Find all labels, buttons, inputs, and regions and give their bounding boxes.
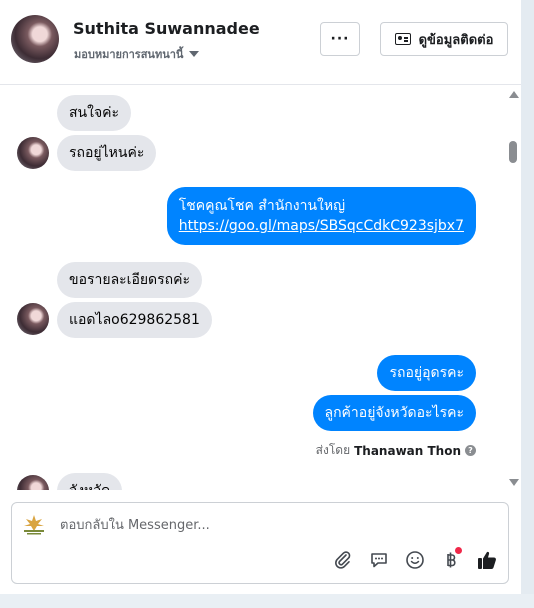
scroll-thumb[interactable] [509, 141, 517, 163]
assign-conversation-dropdown[interactable]: มอบหมายการสนทนานี้ [74, 45, 200, 63]
message-list: สนใจค่ะ รถอยู่ไหนค่ะ โชคคูณโชค สำนักงานใ… [0, 85, 506, 490]
view-contact-info-label: ดูข้อมูลติดต่อ [418, 32, 494, 48]
map-link[interactable]: https://goo.gl/maps/SBSqcCdkC923sjbx7 [179, 216, 464, 236]
contact-avatar[interactable] [11, 15, 59, 63]
scroll-up-arrow-icon[interactable] [509, 91, 519, 98]
conversation-panel: Suthita Suwannadee มอบหมายการสนทนานี้ ··… [0, 0, 522, 594]
view-contact-info-button[interactable]: ดูข้อมูลติดต่อ [380, 22, 508, 56]
reply-composer [11, 502, 509, 584]
message-bubble-outgoing: รถอยู่อุดรคะ [377, 355, 476, 391]
message-bubble-incoming: แอดไลo629862581 [57, 302, 212, 338]
message-text: โชคคูณโชค สำนักงานใหญ่ [178, 198, 346, 214]
thumbs-up-icon[interactable] [476, 549, 498, 571]
paperclip-icon[interactable] [332, 549, 354, 571]
reply-input[interactable] [60, 515, 320, 535]
contact-avatar-small [17, 303, 49, 335]
page-background-bottom [0, 594, 534, 608]
message-bubble-outgoing: ลูกค้าอยู่จังหวัดอะไรคะ [312, 395, 476, 431]
contact-avatar-small [17, 137, 49, 169]
baht-payment-icon[interactable] [440, 547, 462, 571]
message-bubble-incoming: จังหวัด [57, 473, 123, 490]
sent-by-prefix: ส่งโดย [315, 443, 351, 457]
composer-toolbar [332, 547, 498, 571]
notification-dot [455, 547, 462, 554]
saved-reply-icon[interactable] [368, 549, 390, 571]
message-scrollbar[interactable] [506, 85, 521, 490]
page-logo-icon [24, 515, 44, 535]
assign-label: มอบหมายการสนทนานี้ [74, 48, 184, 61]
contact-avatar-small [17, 475, 49, 490]
scroll-down-arrow-icon[interactable] [509, 479, 519, 486]
emoji-icon[interactable] [404, 549, 426, 571]
help-icon[interactable]: ? [465, 445, 476, 456]
message-bubble-outgoing: โชคคูณโชค สำนักงานใหญ่ https://goo.gl/ma… [166, 187, 476, 245]
caret-down-icon [189, 51, 200, 57]
conversation-header: Suthita Suwannadee มอบหมายการสนทนานี้ ··… [0, 0, 521, 85]
more-options-button[interactable]: ··· [320, 22, 360, 56]
sender-name: Thanawan Thon [354, 443, 461, 458]
contact-card-icon [394, 33, 411, 45]
message-bubble-incoming: รถอยู่ไหนค่ะ [57, 135, 157, 171]
message-bubble-incoming: สนใจค่ะ [57, 95, 132, 131]
contact-name[interactable]: Suthita Suwannadee [73, 19, 260, 38]
sent-by-label: ส่งโดย Thanawan Thon ? [316, 441, 476, 460]
message-bubble-incoming: ขอรายละเอียดรถค่ะ [57, 262, 203, 298]
page-background-right [521, 0, 534, 608]
